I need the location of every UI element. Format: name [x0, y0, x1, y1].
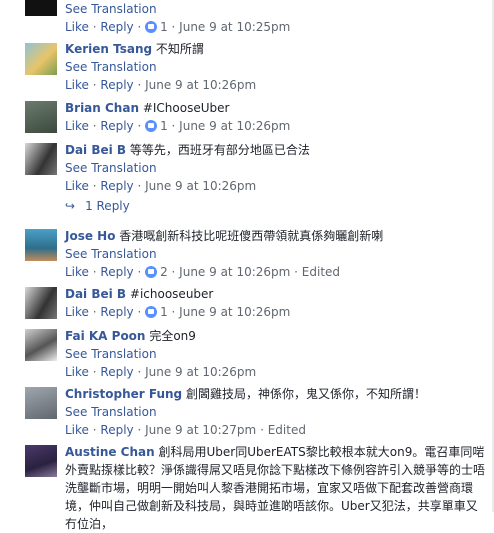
- comment-text: 不知所謂: [155, 42, 204, 56]
- reply-link[interactable]: Reply: [100, 119, 133, 133]
- reply-link[interactable]: Reply: [100, 78, 133, 92]
- author-name[interactable]: Christopher Fung: [65, 387, 182, 401]
- author-name[interactable]: Fai KA Poon: [65, 329, 145, 343]
- like-link[interactable]: Like: [65, 20, 89, 34]
- comment-text: #ichooseuber: [129, 287, 214, 301]
- avatar[interactable]: [25, 387, 57, 419]
- timestamp[interactable]: June 9 at 10:26pm: [145, 78, 256, 92]
- like-link[interactable]: Like: [65, 423, 89, 437]
- see-translation-link[interactable]: See Translation: [65, 345, 486, 363]
- like-link[interactable]: Like: [65, 365, 89, 379]
- author-name[interactable]: Kerien Tsang: [65, 42, 152, 56]
- timestamp[interactable]: June 9 at 10:26pm: [145, 179, 256, 193]
- reaction-count[interactable]: 1: [160, 305, 168, 319]
- reaction-count[interactable]: 1: [160, 20, 168, 34]
- timestamp[interactable]: June 9 at 10:27pm: [145, 423, 256, 437]
- avatar[interactable]: [25, 143, 57, 175]
- timestamp[interactable]: June 9 at 10:26pm: [179, 265, 290, 279]
- author-name[interactable]: Dai Bei B: [65, 287, 126, 301]
- see-translation-link[interactable]: See Translation: [65, 403, 486, 421]
- comment-text: 等等先，西班牙有部分地區已合法: [129, 143, 310, 157]
- comment-text: 完全on9: [149, 329, 196, 343]
- comment-actions: Like · Reply · 2 · June 9 at 10:26pm · E…: [65, 265, 341, 279]
- avatar[interactable]: [25, 101, 57, 133]
- avatar[interactable]: [25, 329, 57, 361]
- comment-actions: Like · Reply · June 9 at 10:27pm · Edite…: [65, 423, 306, 437]
- see-translation-link[interactable]: See Translation: [65, 58, 486, 76]
- like-link[interactable]: Like: [65, 305, 89, 319]
- comment-actions: Like · Reply · 1 · June 9 at 10:26pm: [65, 119, 291, 133]
- like-thumb-icon: [145, 21, 158, 33]
- comment-actions: Like · Reply · 1 · June 9 at 10:26pm: [65, 305, 291, 319]
- comment-text: #IChooseUber: [142, 101, 230, 115]
- timestamp[interactable]: June 9 at 10:26pm: [179, 119, 290, 133]
- reply-link[interactable]: Reply: [100, 365, 133, 379]
- reaction-count[interactable]: 1: [160, 119, 168, 133]
- reply-count[interactable]: 1 Reply: [85, 199, 130, 213]
- edited-label[interactable]: Edited: [302, 265, 340, 279]
- reaction-count[interactable]: 2: [160, 265, 168, 279]
- like-link[interactable]: Like: [65, 78, 89, 92]
- see-translation-link[interactable]: See Translation: [65, 245, 486, 263]
- author-name[interactable]: Jose Ho: [65, 229, 115, 243]
- timestamp[interactable]: June 9 at 10:25pm: [179, 20, 290, 34]
- comment-actions: Like · Reply · June 9 at 10:26pm: [65, 365, 257, 379]
- reply-link[interactable]: Reply: [100, 20, 133, 34]
- comment-text: 香港嘅創新科技比呢班傻西帶領就真係夠曬創新喇: [119, 229, 384, 243]
- like-link[interactable]: Like: [65, 179, 89, 193]
- avatar[interactable]: [25, 0, 57, 16]
- like-link[interactable]: Like: [65, 265, 89, 279]
- like-thumb-icon: [145, 120, 158, 132]
- reply-link[interactable]: Reply: [100, 179, 133, 193]
- comment-actions: Like · Reply · June 9 at 10:26pm: [65, 179, 257, 193]
- comment-actions: Like · Reply · June 9 at 10:26pm: [65, 78, 257, 92]
- avatar[interactable]: [25, 229, 57, 261]
- comment-text: 創閪雞技局，神係你，鬼又係你，不知所謂！: [185, 387, 426, 401]
- see-translation-link[interactable]: See Translation: [65, 0, 486, 18]
- avatar[interactable]: [25, 445, 57, 477]
- avatar[interactable]: [25, 287, 57, 319]
- author-name[interactable]: Austine Chan: [65, 445, 155, 459]
- timestamp[interactable]: June 9 at 10:26pm: [145, 365, 256, 379]
- see-translation-link[interactable]: See Translation: [65, 159, 486, 177]
- comment-actions: Like · Reply · 1 · June 9 at 10:25pm: [65, 20, 291, 34]
- reply-link[interactable]: Reply: [100, 305, 133, 319]
- timestamp[interactable]: June 9 at 10:26pm: [179, 305, 290, 319]
- like-thumb-icon: [145, 266, 158, 278]
- reply-arrow-icon: ↪: [65, 199, 76, 213]
- reply-link[interactable]: Reply: [100, 265, 133, 279]
- avatar[interactable]: [25, 43, 57, 75]
- edited-label[interactable]: Edited: [268, 423, 306, 437]
- reply-link[interactable]: Reply: [100, 423, 133, 437]
- author-name[interactable]: Dai Bei B: [65, 143, 126, 157]
- view-replies-link[interactable]: ↪ 1 Reply: [65, 199, 130, 213]
- author-name[interactable]: Brian Chan: [65, 101, 139, 115]
- like-thumb-icon: [145, 306, 158, 318]
- like-link[interactable]: Like: [65, 119, 89, 133]
